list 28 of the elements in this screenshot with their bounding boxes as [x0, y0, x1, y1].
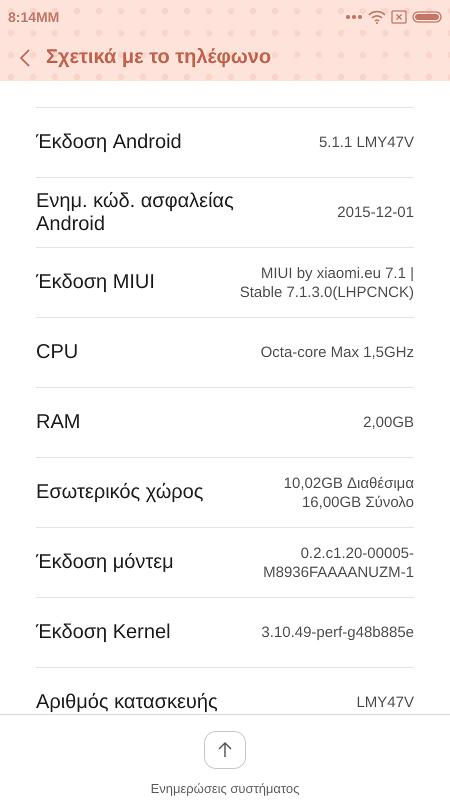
setting-value: 2015-12-01: [337, 203, 414, 222]
setting-label: CPU: [36, 341, 78, 364]
setting-label: Έκδοση Android: [36, 131, 182, 154]
setting-value: LMY47V: [356, 693, 414, 712]
setting-label: Αριθμός κατασκευής: [36, 691, 218, 714]
setting-label: Έκδοση MIUI: [36, 271, 155, 294]
update-button[interactable]: [204, 731, 246, 769]
up-arrow-icon: [218, 742, 232, 758]
more-icon: [345, 14, 363, 20]
update-label: Ενημερώσεις συστήματος: [150, 781, 300, 796]
setting-value: MIUI by xiaomi.eu 7.1 | Stable 7.1.3.0(LHPCNCK): [238, 264, 414, 302]
setting-value: 3.10.49-perf-g48b885e: [261, 623, 414, 642]
setting-value: 10,02GB Διαθέσιμα 16,00GB Σύνολο: [282, 474, 414, 512]
setting-label: Εσωτερικός χώρος: [36, 481, 204, 504]
wifi-icon: [368, 10, 386, 24]
setting-label: Ενημ. κώδ. ασφαλείας Android: [36, 190, 235, 236]
setting-value: 5.1.1 LMY47V: [318, 133, 414, 152]
setting-value: Octa-core Max 1,5GHz: [260, 343, 414, 362]
battery-icon: [412, 10, 442, 24]
setting-value: 0.2.c1.20-00005-M8936FAAAANUZM-1: [262, 544, 414, 582]
setting-label: RAM: [36, 411, 80, 434]
back-icon[interactable]: [20, 48, 30, 66]
setting-label: Έκδοση μόντεμ: [36, 551, 174, 574]
sim-icon: [391, 10, 407, 24]
setting-value: 2,00GB: [363, 413, 414, 432]
status-time: 8:14MM: [8, 9, 60, 25]
page-title: Σχετικά με το τηλέφωνο: [46, 46, 272, 69]
setting-label: Έκδοση Kernel: [36, 621, 171, 644]
